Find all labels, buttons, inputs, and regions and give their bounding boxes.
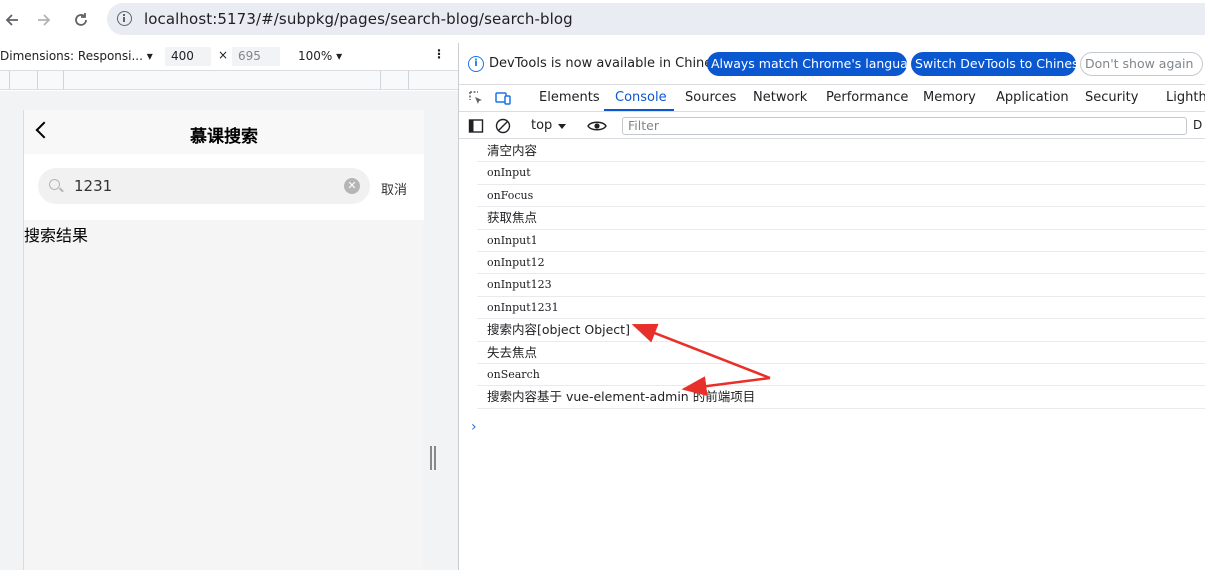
console-message: onInput1 bbox=[477, 230, 1205, 252]
tab-performance[interactable]: Performance bbox=[826, 90, 908, 105]
console-message: onInput1231 bbox=[477, 297, 1205, 320]
inspect-element-icon[interactable] bbox=[468, 90, 484, 106]
tab-lighthouse[interactable]: Lighthouse bbox=[1166, 90, 1205, 105]
console-message: 清空内容 bbox=[477, 140, 1205, 163]
search-icon bbox=[49, 179, 60, 190]
console-filter-input[interactable]: Filter bbox=[622, 117, 1187, 135]
clear-console-icon[interactable] bbox=[495, 118, 511, 134]
tab-memory[interactable]: Memory bbox=[923, 90, 976, 105]
context-dropdown-icon bbox=[558, 124, 566, 129]
tab-network[interactable]: Network bbox=[753, 90, 807, 105]
url-text: localhost:5173/#/subpkg/pages/search-blo… bbox=[144, 10, 573, 28]
console-message: onInput12 bbox=[477, 252, 1205, 275]
console-message: 失去焦点 bbox=[477, 342, 1205, 364]
language-infobar: i DevTools is now available in Chinese! … bbox=[459, 43, 1205, 85]
browser-toolbar: localhost:5173/#/subpkg/pages/search-blo… bbox=[0, 0, 1205, 40]
forward-arrow-icon[interactable] bbox=[32, 8, 56, 32]
clear-icon[interactable]: ✕ bbox=[344, 178, 360, 194]
tab-elements[interactable]: Elements bbox=[539, 90, 600, 105]
console-toolbar: top Filter D bbox=[459, 113, 1205, 139]
console-message: onInput123 bbox=[477, 274, 1205, 297]
tab-application[interactable]: Application bbox=[996, 90, 1069, 105]
devtools-tabs: Elements Console Sources Network Perform… bbox=[459, 85, 1205, 112]
search-input-value: 1231 bbox=[74, 177, 113, 195]
device-toolbar: Dimensions: Responsi... ▾ 400 × 695 100%… bbox=[0, 43, 458, 70]
resize-handle[interactable] bbox=[430, 446, 436, 470]
mobile-page: 慕课搜索 1231 ✕ 取消 搜索结果 bbox=[23, 110, 424, 570]
tab-sources[interactable]: Sources bbox=[685, 90, 736, 105]
info-icon: i bbox=[468, 56, 484, 72]
more-options-icon[interactable]: ⋮ bbox=[433, 47, 445, 61]
console-message: 搜索内容基于 vue-element-admin 的前端项目 bbox=[477, 386, 1205, 409]
search-input[interactable]: 1231 ✕ bbox=[38, 168, 370, 204]
console-message: onFocus bbox=[477, 185, 1205, 208]
nav-bar: 慕课搜索 bbox=[24, 110, 424, 154]
infobar-message: DevTools is now available in Chinese! bbox=[489, 56, 733, 71]
sidebar-toggle-icon[interactable] bbox=[468, 118, 484, 134]
times-symbol: × bbox=[218, 48, 229, 62]
address-bar[interactable]: localhost:5173/#/subpkg/pages/search-blo… bbox=[107, 3, 1205, 35]
console-message: onSearch bbox=[477, 364, 1205, 387]
console-message: onInput bbox=[477, 162, 1205, 185]
tab-security[interactable]: Security bbox=[1085, 90, 1138, 105]
live-expression-eye-icon[interactable] bbox=[587, 118, 607, 134]
console-log-list: 清空内容 onInput onFocus 获取焦点 onInput1 onInp… bbox=[459, 140, 1205, 409]
switch-to-chinese-button[interactable]: Switch DevTools to Chinese bbox=[911, 52, 1086, 76]
cancel-button[interactable]: 取消 bbox=[381, 179, 407, 198]
dont-show-again-button[interactable]: Don't show again bbox=[1080, 52, 1203, 76]
zoom-dropdown[interactable]: 100% ▾ bbox=[298, 49, 342, 63]
dimensions-dropdown[interactable]: Dimensions: Responsi... ▾ bbox=[0, 49, 153, 63]
page-title: 慕课搜索 bbox=[190, 127, 258, 147]
width-input[interactable]: 400 bbox=[165, 47, 211, 66]
search-bar: 1231 ✕ 取消 bbox=[24, 154, 424, 220]
console-prompt[interactable]: › bbox=[471, 419, 477, 435]
tab-console[interactable]: Console bbox=[615, 90, 667, 105]
media-query-ruler bbox=[0, 70, 458, 90]
default-levels-dropdown[interactable]: D bbox=[1193, 118, 1202, 132]
console-message: 搜索内容[object Object] bbox=[477, 319, 1205, 342]
reload-icon[interactable] bbox=[69, 8, 93, 32]
active-tab-indicator bbox=[604, 109, 674, 111]
dropdown-arrow-icon: ▾ bbox=[146, 49, 153, 63]
height-input[interactable]: 695 bbox=[232, 47, 280, 66]
dropdown-arrow-icon: ▾ bbox=[336, 49, 343, 63]
site-info-icon[interactable] bbox=[117, 11, 132, 26]
search-result-label: 搜索结果 bbox=[24, 226, 89, 245]
devtools-panel: i DevTools is now available in Chinese! … bbox=[459, 43, 1205, 570]
always-match-language-button[interactable]: Always match Chrome's language bbox=[707, 52, 923, 76]
console-message: 获取焦点 bbox=[477, 207, 1205, 230]
context-selector[interactable]: top bbox=[531, 118, 552, 133]
back-arrow-icon[interactable] bbox=[0, 8, 24, 32]
device-toggle-icon[interactable] bbox=[495, 90, 511, 106]
